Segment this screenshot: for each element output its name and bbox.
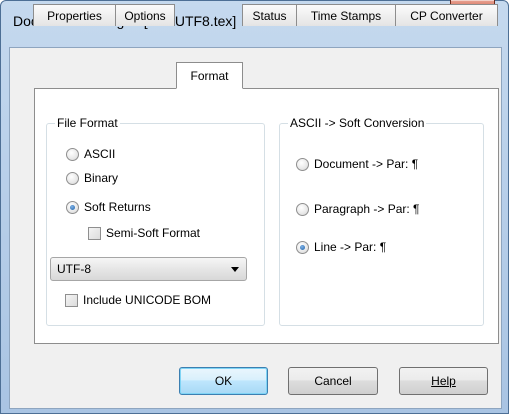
conversion-group: ASCII -> Soft Conversion: [279, 116, 484, 326]
checkbox-semi-soft-format[interactable]: Semi-Soft Format: [88, 226, 200, 240]
tab-label: Status: [252, 8, 287, 23]
radio-button[interactable]: [296, 157, 309, 171]
help-button[interactable]: Help: [399, 367, 488, 395]
tab-label: Time Stamps: [310, 8, 382, 23]
tab-label: Format: [190, 68, 229, 83]
tab-format[interactable]: Format: [176, 62, 243, 89]
radio-soft-returns[interactable]: Soft Returns: [66, 200, 151, 214]
checkbox-include-unicode-bom[interactable]: Include UNICODE BOM: [65, 293, 211, 307]
button-label: Cancel: [314, 374, 352, 388]
checkbox-label: Semi-Soft Format: [106, 226, 201, 240]
radio-line-par[interactable]: Line -> Par: ¶: [296, 240, 386, 254]
radio-button[interactable]: [296, 240, 309, 254]
radio-button[interactable]: [66, 200, 79, 214]
checkbox-label: Include UNICODE BOM: [83, 293, 212, 307]
radio-label: Line -> Par: ¶: [314, 240, 387, 254]
radio-button[interactable]: [296, 202, 309, 216]
radio-label: Paragraph -> Par: ¶: [314, 202, 420, 216]
button-label: OK: [214, 374, 233, 388]
ok-button[interactable]: OK: [179, 367, 268, 395]
radio-paragraph-par[interactable]: Paragraph -> Par: ¶: [296, 202, 420, 216]
tab-time-stamps[interactable]: Time Stamps: [296, 4, 396, 26]
tab-cp-converter[interactable]: CP Converter: [395, 4, 498, 26]
checkbox[interactable]: [65, 293, 78, 307]
cancel-button[interactable]: Cancel: [288, 367, 378, 395]
tab-properties[interactable]: Properties: [33, 4, 116, 26]
radio-button[interactable]: [66, 171, 79, 185]
radio-binary[interactable]: Binary: [66, 171, 118, 185]
radio-label: Soft Returns: [84, 200, 151, 214]
radio-label: Document -> Par: ¶: [314, 157, 419, 171]
encoding-value: UTF-8: [57, 262, 91, 276]
button-label: Help: [431, 374, 456, 388]
conversion-title: ASCII -> Soft Conversion: [288, 116, 427, 130]
chevron-down-icon: [231, 267, 239, 272]
encoding-select[interactable]: UTF-8: [50, 257, 247, 281]
tab-label: Options: [124, 8, 166, 23]
radio-label: ASCII: [84, 147, 116, 161]
radio-ascii[interactable]: ASCII: [66, 147, 115, 161]
tab-status[interactable]: Status: [242, 4, 297, 26]
radio-document-par[interactable]: Document -> Par: ¶: [296, 157, 418, 171]
radio-button[interactable]: [66, 147, 79, 161]
file-format-title: File Format: [55, 116, 120, 130]
checkbox[interactable]: [88, 226, 101, 240]
tab-label: Properties: [47, 8, 102, 23]
tab-label: CP Converter: [410, 8, 483, 23]
tab-options[interactable]: Options: [115, 4, 175, 26]
radio-label: Binary: [84, 171, 119, 185]
